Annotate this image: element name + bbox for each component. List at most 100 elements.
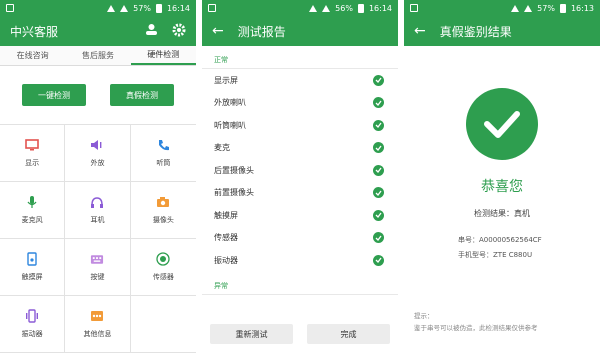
battery-icon [559,3,566,13]
wifi-icon [309,4,318,12]
model-number: 手机型号：ZTE C880U [458,251,533,259]
section-normal-label: 正常 [202,46,398,69]
battery-percent: 57% [537,3,555,13]
battery-percent: 56% [335,3,353,13]
speaker-icon [90,138,104,152]
back-arrow-icon[interactable]: ← [414,23,426,39]
one-key-check-button[interactable]: 一键检测 [22,84,86,106]
status-bar: 56% 16:14 [202,0,398,16]
grid-label: 耳机 [90,216,105,224]
grid-label: 听筒 [156,159,171,167]
grid-item-sensor[interactable]: 传感器 [130,239,196,296]
notification-icon [6,4,14,12]
done-button[interactable]: 完成 [307,324,390,344]
page-title: 中兴客服 [10,24,59,39]
tip-title: 提示： [414,312,434,320]
grid-label: 显示 [25,159,40,167]
item-label: 显示屏 [214,75,238,85]
grid-label: 触摸屏 [21,273,43,281]
sensor-icon [156,252,170,266]
check-icon [373,254,384,266]
tab-hardware-check[interactable]: 硬件检测 [130,46,196,65]
check-icon [373,97,384,109]
grid-item-camera[interactable]: 摄像头 [130,182,196,239]
grid-item-other-info[interactable]: 其他信息 [65,296,131,353]
action-bar: 重新测试 完成 [202,314,398,354]
grid-item-earpiece[interactable]: 听筒 [130,125,196,182]
check-icon [373,119,384,131]
list-item: 传感器 [202,227,398,250]
check-icon [373,232,384,244]
grid-item-headphones[interactable]: 耳机 [65,182,131,239]
check-icon [373,164,384,176]
device-info: 串号：A00000562564CF 手机型号：ZTE C880U [404,233,600,263]
item-label: 听筒喇叭 [214,120,246,130]
grid-item-empty [130,296,196,353]
grid-item-display[interactable]: 显示 [0,125,66,182]
wifi-icon [107,4,116,12]
grid-label: 振动器 [21,330,43,338]
battery-icon [155,3,162,13]
grid-item-speaker[interactable]: 外放 [65,125,131,182]
camera-icon [156,195,170,209]
hardware-check-screen: 57% 16:14 中兴客服 在线咨询 售后服务 硬件检测 一键检测 真假检测 [0,0,196,354]
grid-item-vibrator[interactable]: 振动器 [0,296,66,353]
signal-icon [120,4,129,12]
more-icon [90,309,104,323]
check-icon [373,142,384,154]
battery-percent: 57% [133,3,151,13]
list-item: 振动器 [202,249,398,272]
list-item: 听筒喇叭 [202,114,398,137]
success-check-icon [466,88,538,160]
item-label: 外放喇叭 [214,98,246,108]
battery-icon [357,3,364,13]
tab-bar: 在线咨询 售后服务 硬件检测 [0,46,196,66]
clock: 16:14 [166,3,190,13]
wifi-icon [511,4,520,12]
app-bar: ← 测试报告 [202,16,398,46]
retest-button[interactable]: 重新测试 [210,324,293,344]
headphones-icon [90,195,104,209]
page-title: 测试报告 [237,24,286,39]
list-item: 后置摄像头 [202,159,398,182]
clock: 16:14 [368,3,392,13]
user-icon[interactable] [145,23,158,39]
test-report-screen: 56% 16:14 ← 测试报告 正常 显示屏 外放喇叭 听筒喇叭 麦克 后置摄… [202,0,398,354]
microphone-icon [25,195,39,209]
item-label: 前置摄像头 [214,188,254,198]
check-grid: 显示 外放 听筒 麦克风 耳机 摄像头 触摸屏 按键 传感器 振动器 其他信息 [0,124,196,353]
list-item: 麦克 [202,137,398,160]
grid-item-microphone[interactable]: 麦克风 [0,182,66,239]
page-title: 真假鉴别结果 [439,24,512,39]
item-label: 麦克 [214,143,230,153]
list-item: 外放喇叭 [202,92,398,115]
status-bar: 57% 16:14 [0,0,196,16]
grid-item-keys[interactable]: 按键 [65,239,131,296]
section-abnormal-label: 异常 [202,272,398,295]
keyboard-icon [90,252,104,266]
check-icon [373,209,384,221]
grid-item-touchscreen[interactable]: 触摸屏 [0,239,66,296]
phone-icon [156,138,170,152]
back-arrow-icon[interactable]: ← [212,23,224,39]
result-text: 检测结果：真机 [474,209,530,218]
list-item: 前置摄像头 [202,182,398,205]
normal-list: 显示屏 外放喇叭 听筒喇叭 麦克 后置摄像头 前置摄像头 触摸屏 传感器 振动器 [202,69,398,272]
list-item: 触摸屏 [202,204,398,227]
signal-icon [322,4,331,12]
tip-text: 鉴于串号可以被伪造，此检测结果仅供参考 [414,324,538,332]
vibrate-icon [25,309,39,323]
app-bar: ← 真假鉴别结果 [404,16,600,46]
check-icon [373,74,384,86]
grid-label: 摄像头 [152,216,174,224]
check-icon [373,187,384,199]
item-label: 传感器 [214,233,238,243]
touch-icon [25,252,39,266]
notification-icon [410,4,418,12]
grid-label: 麦克风 [21,216,43,224]
gear-icon[interactable] [172,23,186,40]
authenticity-check-button[interactable]: 真假检测 [110,84,174,106]
tab-online-consult[interactable]: 在线咨询 [0,46,65,65]
tab-after-sales[interactable]: 售后服务 [65,46,130,65]
status-bar: 57% 16:13 [404,0,600,16]
